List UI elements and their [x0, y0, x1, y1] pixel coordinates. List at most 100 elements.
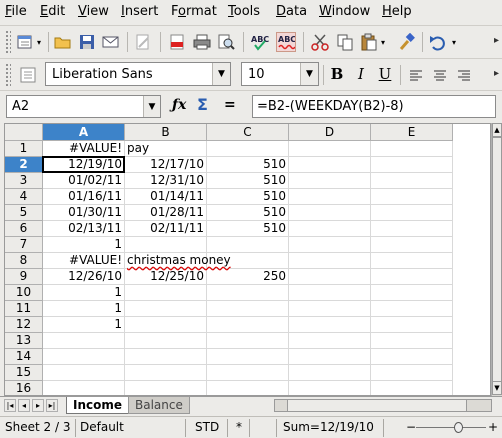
cell-c11[interactable] [207, 301, 289, 317]
row-header[interactable]: 1 [5, 141, 43, 157]
chevron-down-icon[interactable]: ▼ [212, 63, 230, 85]
cell-e10[interactable] [371, 285, 453, 301]
cell-a7[interactable]: 1 [43, 237, 125, 253]
cell-c13[interactable] [207, 333, 289, 349]
row-header[interactable]: 10 [5, 285, 43, 301]
zoom-slider[interactable] [416, 427, 486, 428]
cell-e13[interactable] [371, 333, 453, 349]
sheet-tab-balance[interactable]: Balance [128, 397, 190, 414]
cell-c6[interactable]: 510 [207, 221, 289, 237]
cell-e1[interactable] [371, 141, 453, 157]
cell-b7[interactable] [125, 237, 207, 253]
menu-file[interactable]: File [5, 4, 27, 19]
autospellcheck-icon[interactable]: ABC [276, 32, 296, 52]
horizontal-scroll-thumb[interactable] [287, 400, 467, 411]
cell-b13[interactable] [125, 333, 207, 349]
zoom-in-icon[interactable]: + [488, 420, 498, 436]
cell-a3[interactable]: 01/02/11 [43, 173, 125, 189]
zoom-out-icon[interactable]: − [406, 420, 416, 436]
toolbar-overflow-icon[interactable]: ▸ [494, 68, 499, 79]
spellcheck-icon[interactable]: ABC [250, 32, 270, 52]
print-icon[interactable] [192, 32, 212, 52]
format-paintbrush-icon[interactable] [397, 32, 417, 52]
cell-e7[interactable] [371, 237, 453, 253]
cell-d5[interactable] [289, 205, 371, 221]
cell-c1[interactable] [207, 141, 289, 157]
row-header[interactable]: 4 [5, 189, 43, 205]
cell-d8[interactable] [289, 253, 371, 269]
first-sheet-icon[interactable]: |◂ [4, 399, 16, 412]
copy-icon[interactable] [335, 32, 355, 52]
undo-dropdown-arrow[interactable]: ▾ [449, 32, 459, 52]
last-sheet-icon[interactable]: ▸| [46, 399, 58, 412]
cell-d7[interactable] [289, 237, 371, 253]
cell-c15[interactable] [207, 365, 289, 381]
open-folder-icon[interactable] [53, 32, 73, 52]
cell-a11[interactable]: 1 [43, 301, 125, 317]
cell-e6[interactable] [371, 221, 453, 237]
cell-d16[interactable] [289, 381, 371, 395]
cell-e14[interactable] [371, 349, 453, 365]
cell-c10[interactable] [207, 285, 289, 301]
column-header-a[interactable]: A [43, 124, 125, 141]
column-header-e[interactable]: E [371, 124, 453, 141]
cell-d9[interactable] [289, 269, 371, 285]
selection-mode[interactable]: STD [195, 420, 219, 436]
cell-d12[interactable] [289, 317, 371, 333]
cell-b2[interactable]: 12/17/10 [125, 157, 207, 173]
row-header[interactable]: 8 [5, 253, 43, 269]
cell-b12[interactable] [125, 317, 207, 333]
cell-d3[interactable] [289, 173, 371, 189]
cell-e9[interactable] [371, 269, 453, 285]
name-box[interactable]: A2 ▼ [6, 95, 161, 118]
paste-dropdown-arrow[interactable]: ▾ [378, 32, 388, 52]
cell-b5[interactable]: 01/28/11 [125, 205, 207, 221]
formula-input[interactable]: =B2-(WEEKDAY(B2)-8) [252, 95, 496, 118]
cell-a15[interactable] [43, 365, 125, 381]
cell-d4[interactable] [289, 189, 371, 205]
scroll-up-icon[interactable]: ▲ [492, 123, 502, 137]
chevron-down-icon[interactable]: ▼ [300, 63, 318, 85]
function-wizard-icon[interactable]: ƒx [172, 97, 186, 113]
cell-a8[interactable]: #VALUE! [43, 253, 125, 269]
cell-c14[interactable] [207, 349, 289, 365]
cell-a5[interactable]: 01/30/11 [43, 205, 125, 221]
export-pdf-icon[interactable] [167, 32, 187, 52]
row-header[interactable]: 13 [5, 333, 43, 349]
cell-c9[interactable]: 250 [207, 269, 289, 285]
email-icon[interactable] [101, 32, 121, 52]
undo-icon[interactable] [428, 32, 448, 52]
column-header-d[interactable]: D [289, 124, 371, 141]
cell-b4[interactable]: 01/14/11 [125, 189, 207, 205]
cell-b16[interactable] [125, 381, 207, 395]
new-document-icon[interactable] [16, 32, 36, 52]
row-header[interactable]: 2 [5, 157, 43, 173]
formula-equals-icon[interactable]: = [224, 97, 236, 113]
cell-e12[interactable] [371, 317, 453, 333]
align-left-icon[interactable] [406, 65, 426, 85]
toolbar-grip[interactable] [5, 63, 11, 87]
toolbar-overflow-icon[interactable]: ▸ [494, 35, 499, 46]
cell-a16[interactable] [43, 381, 125, 395]
save-icon[interactable] [77, 32, 97, 52]
row-header[interactable]: 16 [5, 381, 43, 395]
cell-d11[interactable] [289, 301, 371, 317]
column-header-c[interactable]: C [207, 124, 289, 141]
cell-e4[interactable] [371, 189, 453, 205]
cell-c2[interactable]: 510 [207, 157, 289, 173]
styles-icon[interactable] [18, 65, 38, 85]
menu-window[interactable]: Window [319, 4, 370, 19]
cell-c5[interactable]: 510 [207, 205, 289, 221]
scroll-down-icon[interactable]: ▼ [492, 381, 502, 395]
edit-file-icon[interactable] [133, 32, 153, 52]
cell-a2[interactable]: 12/19/10 [43, 157, 125, 173]
sum-icon[interactable]: Σ [197, 95, 208, 114]
bold-button[interactable]: B [327, 64, 347, 84]
cell-a6[interactable]: 02/13/11 [43, 221, 125, 237]
cell-a10[interactable]: 1 [43, 285, 125, 301]
cell-b8[interactable]: christmas money [125, 253, 231, 269]
font-name-combo[interactable]: Liberation Sans ▼ [45, 62, 231, 86]
align-right-icon[interactable] [454, 65, 474, 85]
cell-d1[interactable] [289, 141, 371, 157]
cell-a13[interactable] [43, 333, 125, 349]
